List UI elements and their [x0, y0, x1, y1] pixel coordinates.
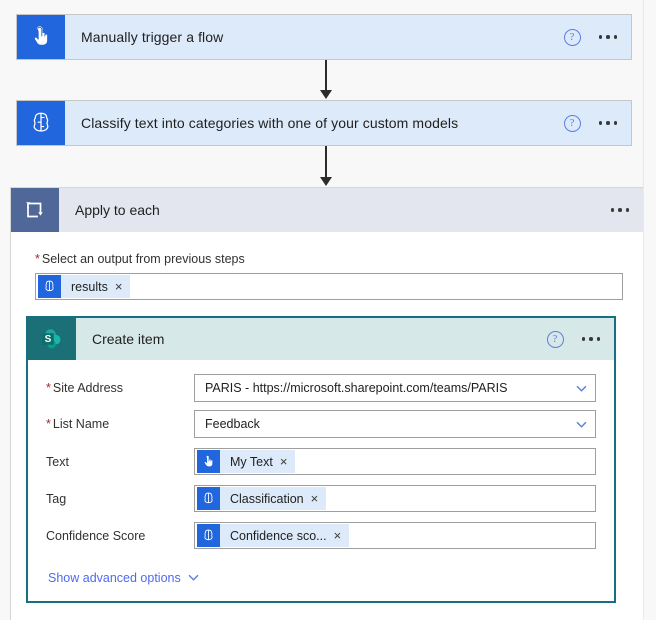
apply-to-each-actions — [610, 188, 646, 232]
create-item-title: Create item — [92, 331, 165, 347]
action-classify-actions: ? — [563, 101, 632, 145]
overflow-menu-icon[interactable] — [610, 208, 629, 212]
site-address-select[interactable]: PARIS - https://microsoft.sharepoint.com… — [194, 374, 596, 402]
overflow-menu-icon[interactable] — [581, 337, 600, 341]
field-control-confidence-score: Confidence sco... × — [194, 522, 596, 549]
field-row: Confidence Score Confidence sco... × — [46, 522, 596, 549]
field-label-text: Site Address — [52, 381, 124, 395]
required-marker: * — [46, 381, 51, 395]
token-label: My Text — [230, 454, 273, 469]
overflow-menu-icon[interactable] — [598, 35, 617, 39]
token-confidence-score[interactable]: Confidence sco... × — [197, 524, 350, 547]
connector-arrow-2 — [316, 146, 336, 187]
apply-to-each-header[interactable]: Apply to each — [11, 188, 645, 232]
ai-builder-brain-icon — [17, 101, 65, 145]
field-row: Text My Text × — [46, 448, 596, 475]
text-token-input[interactable]: My Text × — [194, 448, 596, 475]
field-control-text: My Text × — [194, 448, 596, 475]
apply-to-each-body: * Select an output from previous steps re… — [11, 232, 645, 300]
overflow-menu-icon[interactable] — [598, 121, 617, 125]
touch-hand-icon — [17, 15, 65, 59]
token-my-text[interactable]: My Text × — [197, 450, 296, 473]
create-item-body: * Site Address PARIS - https://microsoft.… — [28, 360, 614, 585]
trigger-title: Manually trigger a flow — [81, 29, 224, 45]
field-label-confidence-score: Confidence Score — [46, 528, 146, 543]
sharepoint-create-item-card[interactable]: S Create item ? * Site Address PARIS - ht… — [26, 316, 616, 603]
show-advanced-options-link[interactable]: Show advanced options — [48, 571, 199, 585]
help-icon[interactable]: ? — [563, 114, 581, 132]
field-label-text: Text — [46, 454, 69, 469]
close-icon[interactable]: × — [334, 529, 342, 542]
canvas-right-edge — [643, 0, 656, 620]
sharepoint-icon: S — [28, 318, 76, 360]
field-label-tag: Tag — [46, 491, 67, 506]
create-item-actions: ? — [546, 318, 615, 360]
loop-repeat-icon — [11, 188, 59, 232]
field-row: Tag Classification × — [46, 485, 596, 512]
field-row: * Site Address PARIS - https://microsoft.… — [46, 374, 596, 402]
trigger-actions: ? — [563, 15, 632, 59]
action-card-classify[interactable]: Classify text into categories with one o… — [16, 100, 632, 146]
field-label-text: List Name — [52, 417, 110, 431]
token-label: Classification — [230, 491, 304, 506]
close-icon[interactable]: × — [115, 280, 123, 293]
list-name-select[interactable]: Feedback — [194, 410, 596, 438]
field-label-list-name: * List Name — [46, 417, 194, 431]
show-advanced-options-label: Show advanced options — [48, 571, 181, 585]
close-icon[interactable]: × — [311, 492, 319, 505]
field-control-tag: Classification × — [194, 485, 596, 512]
token-results[interactable]: results × — [38, 275, 131, 298]
token-label: Confidence sco... — [230, 528, 327, 543]
trigger-card[interactable]: Manually trigger a flow ? — [16, 14, 632, 60]
select-output-label-text: Select an output from previous steps — [41, 252, 245, 266]
close-icon[interactable]: × — [280, 455, 288, 468]
field-label-site-address: * Site Address — [46, 381, 194, 395]
tag-token-input[interactable]: Classification × — [194, 485, 596, 512]
svg-text:S: S — [45, 334, 52, 345]
help-icon[interactable]: ? — [546, 330, 564, 348]
field-control-site-address: PARIS - https://microsoft.sharepoint.com… — [194, 374, 596, 402]
apply-to-each-title: Apply to each — [75, 202, 160, 218]
create-item-header[interactable]: S Create item ? — [28, 318, 614, 360]
field-control-list-name: Feedback — [194, 410, 596, 438]
token-label: results — [71, 279, 108, 294]
confidence-score-token-input[interactable]: Confidence sco... × — [194, 522, 596, 549]
ai-builder-brain-icon — [38, 275, 61, 298]
required-marker: * — [46, 417, 51, 431]
help-icon[interactable]: ? — [563, 28, 581, 46]
ai-builder-brain-icon — [197, 524, 220, 547]
ai-builder-brain-icon — [197, 487, 220, 510]
touch-hand-icon — [197, 450, 220, 473]
required-marker: * — [35, 252, 40, 266]
connector-arrow-1 — [316, 60, 336, 100]
chevron-down-icon — [188, 571, 199, 585]
field-row: * List Name Feedback — [46, 410, 596, 438]
select-output-label: * Select an output from previous steps — [35, 252, 621, 266]
select-output-input[interactable]: results × — [35, 273, 623, 300]
action-title-classify: Classify text into categories with one o… — [81, 115, 459, 131]
token-classification[interactable]: Classification × — [197, 487, 327, 510]
